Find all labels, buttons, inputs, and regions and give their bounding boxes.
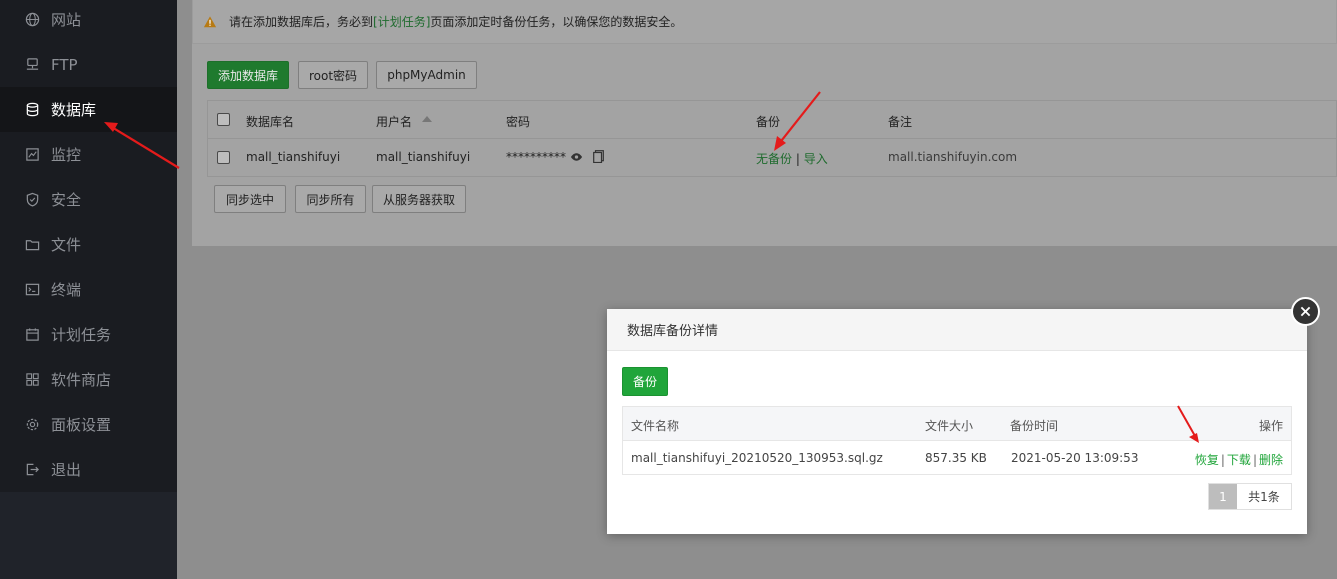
download-link[interactable]: 下载 <box>1227 453 1251 467</box>
ftp-icon <box>24 57 40 73</box>
sort-up-icon[interactable] <box>422 116 432 122</box>
backup-filename-cell: mall_tianshifuyi_20210520_130953.sql.gz <box>631 451 883 465</box>
backup-button[interactable]: 备份 <box>622 367 668 396</box>
sidebar-item-security[interactable]: 安全 <box>0 177 177 222</box>
sidebar-item-label: 监控 <box>51 146 82 164</box>
logout-icon <box>24 462 40 478</box>
header-username[interactable]: 用户名 <box>376 113 412 130</box>
annotation-arrow-database <box>104 122 180 169</box>
monitor-icon <box>24 147 40 163</box>
eye-icon[interactable] <box>570 152 583 162</box>
header-db-name: 数据库名 <box>246 115 295 129</box>
sidebar-item-label: 文件 <box>51 236 82 254</box>
op-separator: | <box>1220 453 1225 467</box>
backup-time-cell: 2021-05-20 13:09:53 <box>1011 451 1139 465</box>
sidebar-item-label: 退出 <box>51 461 82 479</box>
sidebar-item-terminal[interactable]: 终端 <box>0 267 177 312</box>
warning-icon <box>203 15 217 27</box>
sidebar-item-store[interactable]: 软件商店 <box>0 357 177 402</box>
note-cell[interactable]: mall.tianshifuyin.com <box>888 150 1017 164</box>
sidebar-item-cron[interactable]: 计划任务 <box>0 312 177 357</box>
cron-link[interactable]: [计划任务] <box>373 13 430 30</box>
grid-icon <box>24 372 40 388</box>
root-password-button[interactable]: root密码 <box>298 61 368 89</box>
delete-link[interactable]: 删除 <box>1259 453 1283 467</box>
folder-icon <box>24 237 40 253</box>
current-page[interactable]: 1 <box>1209 484 1237 509</box>
header-operations: 操作 <box>1258 419 1283 433</box>
database-icon <box>24 102 40 118</box>
pagination: 1 共1条 <box>1208 483 1292 510</box>
header-filename: 文件名称 <box>631 419 680 433</box>
row-checkbox[interactable] <box>217 151 230 164</box>
sidebar-item-settings[interactable]: 面板设置 <box>0 402 177 447</box>
sidebar-item-files[interactable]: 文件 <box>0 222 177 267</box>
get-from-server-button[interactable]: 从服务器获取 <box>372 185 466 213</box>
db-name-cell: mall_tianshifuyi <box>246 150 341 164</box>
backup-size-cell: 857.35 KB <box>925 451 987 465</box>
phpmyadmin-button[interactable]: phpMyAdmin <box>376 61 477 89</box>
annotation-arrow-restore <box>1177 405 1199 443</box>
close-icon <box>1300 306 1311 317</box>
terminal-icon <box>24 282 40 298</box>
total-count: 共1条 <box>1237 484 1291 509</box>
add-database-button[interactable]: 添加数据库 <box>207 61 289 89</box>
sidebar-item-label: 网站 <box>51 11 82 29</box>
notice-suffix: 页面添加定时备份任务，以确保您的数据安全。 <box>430 15 683 29</box>
sidebar-item-website[interactable]: 网站 <box>0 0 177 42</box>
calendar-icon <box>24 327 40 343</box>
sidebar: 网站 FTP 数据库 监控 安全 文件 终端 计划任务 软件商店 面板设置 退出 <box>0 0 177 579</box>
sidebar-item-label: 软件商店 <box>51 371 112 389</box>
globe-icon <box>24 12 40 28</box>
op-separator: | <box>1252 453 1257 467</box>
sidebar-item-ftp[interactable]: FTP <box>0 42 177 87</box>
shield-icon <box>24 192 40 208</box>
restore-link[interactable]: 恢复 <box>1195 453 1219 467</box>
backup-detail-modal: 数据库备份详情 备份 文件名称 文件大小 备份时间 操作 mall_tiansh… <box>607 309 1307 534</box>
modal-title: 数据库备份详情 <box>607 309 1307 351</box>
password-cell: ********** <box>506 150 566 164</box>
annotation-arrow-no-backup <box>774 91 821 151</box>
gear-icon <box>24 417 40 433</box>
sidebar-item-label: 终端 <box>51 281 82 299</box>
notice-prefix: 请在添加数据库后，务必到 <box>229 15 374 29</box>
sidebar-item-label: 计划任务 <box>51 326 112 344</box>
sync-selected-button[interactable]: 同步选中 <box>214 185 286 213</box>
header-password: 密码 <box>506 115 531 129</box>
username-cell: mall_tianshifuyi <box>376 150 471 164</box>
sidebar-item-label: FTP <box>51 55 78 74</box>
copy-icon[interactable] <box>593 150 604 163</box>
header-note: 备注 <box>888 115 913 129</box>
sidebar-item-label: 面板设置 <box>51 416 112 434</box>
modal-close-button[interactable] <box>1291 297 1320 326</box>
sync-all-button[interactable]: 同步所有 <box>295 185 366 213</box>
header-filesize: 文件大小 <box>925 419 974 433</box>
backup-notice: 请在添加数据库后，务必到 [计划任务] 页面添加定时备份任务，以确保您的数据安全。 <box>192 0 1337 44</box>
sidebar-item-logout[interactable]: 退出 <box>0 447 177 492</box>
select-all-checkbox[interactable] <box>217 113 230 126</box>
sidebar-item-label: 数据库 <box>51 101 97 119</box>
sidebar-item-label: 安全 <box>51 191 82 209</box>
backup-operations: 恢复 | 下载 | 删除 <box>1195 451 1283 468</box>
table-row: mall_tianshifuyi_20210520_130953.sql.gz … <box>623 441 1291 475</box>
header-backup-time: 备份时间 <box>1010 419 1059 433</box>
